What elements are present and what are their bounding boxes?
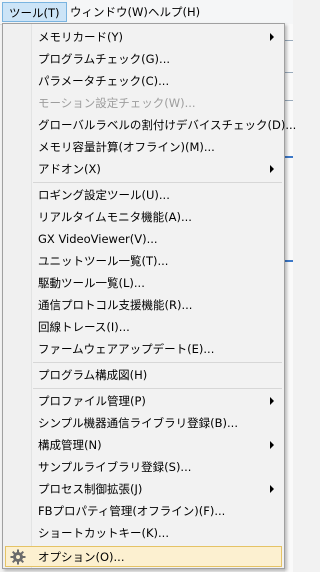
menubar-item-tools[interactable]: ツール(T) [2,2,67,22]
menu-item-label: メモリ容量計算(オフライン)(M)... [38,140,215,154]
menu-item-options[interactable]: オプション(O)... [5,546,282,567]
submenu-arrow-icon [270,33,274,41]
menu-item-memory-capacity-calc[interactable]: メモリ容量計算(オフライン)(M)... [5,136,282,158]
menu-item-logging-setting-tool[interactable]: ロギング設定ツール(U)... [5,184,282,206]
menu-item-label: モーション設定チェック(W)... [38,96,196,110]
menu-item-firmware-update[interactable]: ファームウェアアップデート(E)... [5,338,282,360]
menu-item-gx-videoviewer[interactable]: GX VideoViewer(V)... [5,228,282,250]
menu-item-program-structure-diagram[interactable]: プログラム構成図(H) [5,364,282,386]
menu-item-process-control-extension[interactable]: プロセス制御拡張(J) [5,478,282,500]
menu-item-label: プロセス制御拡張(J) [38,482,143,496]
menu-item-label: FBプロパティ管理(オフライン)(F)... [38,504,226,518]
menu-bar: ツール(T) ウィンドウ(W) ヘルプ(H) [0,0,293,25]
menu-item-label: プログラム構成図(H) [38,368,148,382]
menu-item-label: メモリカード(Y) [38,30,123,44]
menu-item-realtime-monitor[interactable]: リアルタイムモニタ機能(A)... [5,206,282,228]
submenu-arrow-icon [270,397,274,405]
menu-item-fb-property-management[interactable]: FBプロパティ管理(オフライン)(F)... [5,500,282,522]
menu-item-comm-protocol-support[interactable]: 通信プロトコル支援機能(R)... [5,294,282,316]
background-window-edge [285,24,293,572]
menu-item-label: GX VideoViewer(V)... [38,232,158,246]
menu-item-motion-setting-check: モーション設定チェック(W)... [5,92,282,114]
menu-item-label: ロギング設定ツール(U)... [38,188,170,202]
menu-item-label: サンプルライブラリ登録(S)... [38,460,192,474]
menu-item-label: ユニットツール一覧(T)... [38,254,169,268]
tools-dropdown-menu: メモリカード(Y) プログラムチェック(G)... パラメータチェック(C)..… [2,23,296,569]
menubar-item-window[interactable]: ウィンドウ(W) [64,2,154,22]
menu-item-unit-tool-list[interactable]: ユニットツール一覧(T)... [5,250,282,272]
menu-item-label: 通信プロトコル支援機能(R)... [38,298,193,312]
menu-item-label: グローバルラベルの割付けデバイスチェック(D)... [38,118,297,132]
menu-item-label: プログラムチェック(G)... [38,52,171,66]
menu-item-configuration-management[interactable]: 構成管理(N) [5,434,282,456]
menu-item-addon[interactable]: アドオン(X) [5,158,282,180]
menu-item-label: パラメータチェック(C)... [38,74,170,88]
menu-item-simple-device-comm-library[interactable]: シンプル機器通信ライブラリ登録(B)... [5,412,282,434]
menu-item-label: プロファイル管理(P) [38,394,146,408]
menu-item-label: アドオン(X) [38,162,101,176]
menu-item-label: リアルタイムモニタ機能(A)... [38,210,192,224]
menubar-item-help[interactable]: ヘルプ(H) [142,2,206,22]
submenu-arrow-icon [270,485,274,493]
menu-item-label: シンプル機器通信ライブラリ登録(B)... [38,416,238,430]
menu-separator [33,388,282,389]
menu-item-label: 回線トレース(I)... [38,320,130,334]
menu-separator [33,182,282,183]
menu-item-label: 駆動ツール一覧(L)... [38,276,145,290]
menu-separator [33,362,282,363]
menu-item-line-trace[interactable]: 回線トレース(I)... [5,316,282,338]
submenu-arrow-icon [270,441,274,449]
menu-item-label: ショートカットキー(K)... [38,526,169,540]
menu-item-sample-library-registration[interactable]: サンプルライブラリ登録(S)... [5,456,282,478]
menu-item-drive-tool-list[interactable]: 駆動ツール一覧(L)... [5,272,282,294]
menu-item-label: 構成管理(N) [38,438,102,452]
gear-icon [10,549,26,565]
menu-item-shortcut-keys[interactable]: ショートカットキー(K)... [5,522,282,544]
menu-item-memory-card[interactable]: メモリカード(Y) [5,26,282,48]
menu-item-program-check[interactable]: プログラムチェック(G)... [5,48,282,70]
menu-item-label: ファームウェアアップデート(E)... [38,342,215,356]
menu-item-parameter-check[interactable]: パラメータチェック(C)... [5,70,282,92]
menu-item-profile-management[interactable]: プロファイル管理(P) [5,390,282,412]
submenu-arrow-icon [270,165,274,173]
menu-item-global-label-device-check[interactable]: グローバルラベルの割付けデバイスチェック(D)... [5,114,296,136]
menu-item-label: オプション(O)... [38,550,125,564]
